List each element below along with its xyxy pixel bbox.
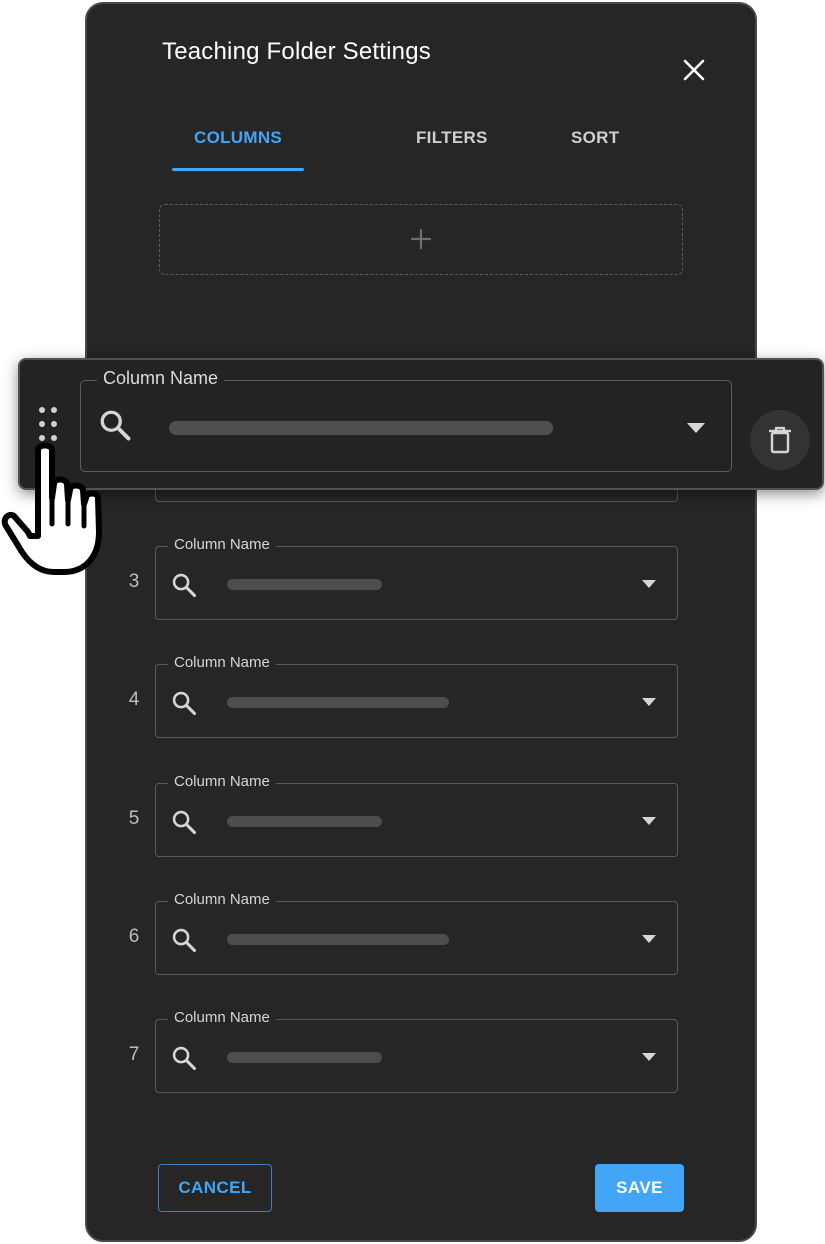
dragging-column-row[interactable]: Column Name bbox=[18, 358, 824, 490]
column-value-placeholder bbox=[227, 1052, 382, 1063]
column-name-label: Column Name bbox=[97, 368, 225, 389]
column-name-label: Column Name bbox=[168, 536, 276, 553]
chevron-down-icon bbox=[642, 1053, 656, 1061]
plus-icon bbox=[410, 228, 432, 250]
chevron-down-icon bbox=[642, 580, 656, 588]
column-name-select[interactable]: Column Name bbox=[80, 368, 732, 472]
column-name-label: Column Name bbox=[168, 1009, 276, 1026]
chevron-down-icon bbox=[642, 935, 656, 943]
search-icon bbox=[172, 573, 197, 598]
tab-filters[interactable]: FILTERS bbox=[416, 128, 488, 148]
column-name-select[interactable]: Column Name bbox=[155, 891, 678, 975]
hand-pointer-cursor-icon bbox=[1, 442, 102, 575]
column-name-label: Column Name bbox=[168, 654, 276, 671]
column-name-select[interactable]: Column Name bbox=[155, 773, 678, 857]
dialog-title: Teaching Folder Settings bbox=[162, 38, 431, 65]
add-column-button[interactable] bbox=[159, 204, 683, 275]
column-name-label: Column Name bbox=[168, 891, 276, 908]
column-value-placeholder bbox=[227, 934, 449, 945]
column-value-placeholder bbox=[227, 579, 382, 590]
close-button[interactable] bbox=[676, 52, 712, 88]
search-icon bbox=[172, 810, 197, 835]
column-name-label: Column Name bbox=[168, 773, 276, 790]
active-tab-indicator bbox=[172, 168, 304, 171]
column-value-placeholder bbox=[227, 816, 382, 827]
column-value-placeholder bbox=[227, 697, 449, 708]
tab-columns[interactable]: COLUMNS bbox=[194, 128, 282, 148]
row-number: 7 bbox=[128, 1044, 140, 1065]
column-name-select[interactable]: Column Name bbox=[155, 536, 678, 620]
row-number: 3 bbox=[128, 571, 140, 592]
column-name-select[interactable]: Column Name bbox=[155, 654, 678, 738]
chevron-down-icon bbox=[687, 423, 705, 433]
search-icon bbox=[172, 691, 197, 716]
search-icon bbox=[100, 410, 131, 441]
row-number: 6 bbox=[128, 926, 140, 947]
tab-sort[interactable]: SORT bbox=[571, 128, 619, 148]
chevron-down-icon bbox=[642, 698, 656, 706]
trash-icon bbox=[768, 426, 792, 454]
search-icon bbox=[172, 928, 197, 953]
cancel-button[interactable]: CANCEL bbox=[158, 1164, 272, 1212]
column-value-placeholder bbox=[169, 421, 553, 435]
close-icon bbox=[683, 59, 705, 81]
delete-column-button[interactable] bbox=[750, 410, 810, 470]
chevron-down-icon bbox=[642, 817, 656, 825]
row-number: 4 bbox=[128, 689, 140, 710]
drag-handle-icon[interactable] bbox=[36, 404, 60, 444]
row-number: 5 bbox=[128, 808, 140, 829]
save-button[interactable]: SAVE bbox=[595, 1164, 684, 1212]
column-name-select[interactable]: Column Name bbox=[155, 1009, 678, 1093]
search-icon bbox=[172, 1046, 197, 1071]
